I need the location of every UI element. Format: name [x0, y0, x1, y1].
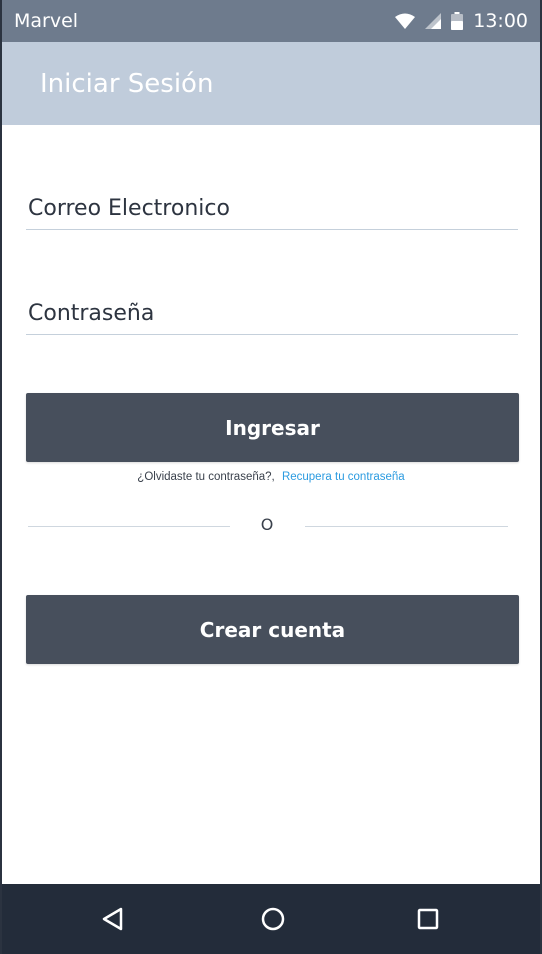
clock: 13:00 — [473, 10, 528, 32]
recent-apps-icon[interactable] — [393, 884, 463, 954]
create-account-button[interactable]: Crear cuenta — [26, 595, 519, 664]
divider-right — [305, 526, 508, 527]
app-bar: Iniciar Sesión — [2, 42, 540, 125]
forgot-password-row: ¿Olvidaste tu contraseña?, Recupera tu c… — [2, 471, 540, 483]
back-icon[interactable] — [78, 884, 148, 954]
login-button[interactable]: Ingresar — [26, 393, 519, 462]
recover-password-link[interactable]: Recupera tu contraseña — [282, 471, 405, 483]
navigation-bar — [2, 884, 540, 954]
email-field — [26, 196, 520, 230]
page-title: Iniciar Sesión — [40, 68, 214, 99]
battery-icon — [451, 12, 464, 30]
password-input[interactable] — [26, 301, 520, 334]
forgot-password-text: ¿Olvidaste tu contraseña?, — [137, 471, 275, 483]
phone-screen: Marvel 13:00 Iniciar Sesión Ingresar ¿Ol… — [0, 0, 542, 954]
divider-left — [28, 526, 230, 527]
email-input[interactable] — [26, 196, 520, 229]
divider-or-text: O — [260, 515, 274, 534]
status-bar: Marvel 13:00 — [2, 0, 540, 42]
password-field — [26, 301, 520, 335]
status-icons: 13:00 — [395, 10, 528, 32]
home-icon[interactable] — [238, 884, 308, 954]
signal-icon — [425, 13, 442, 29]
carrier-name: Marvel — [14, 10, 79, 32]
wifi-icon — [395, 13, 416, 29]
